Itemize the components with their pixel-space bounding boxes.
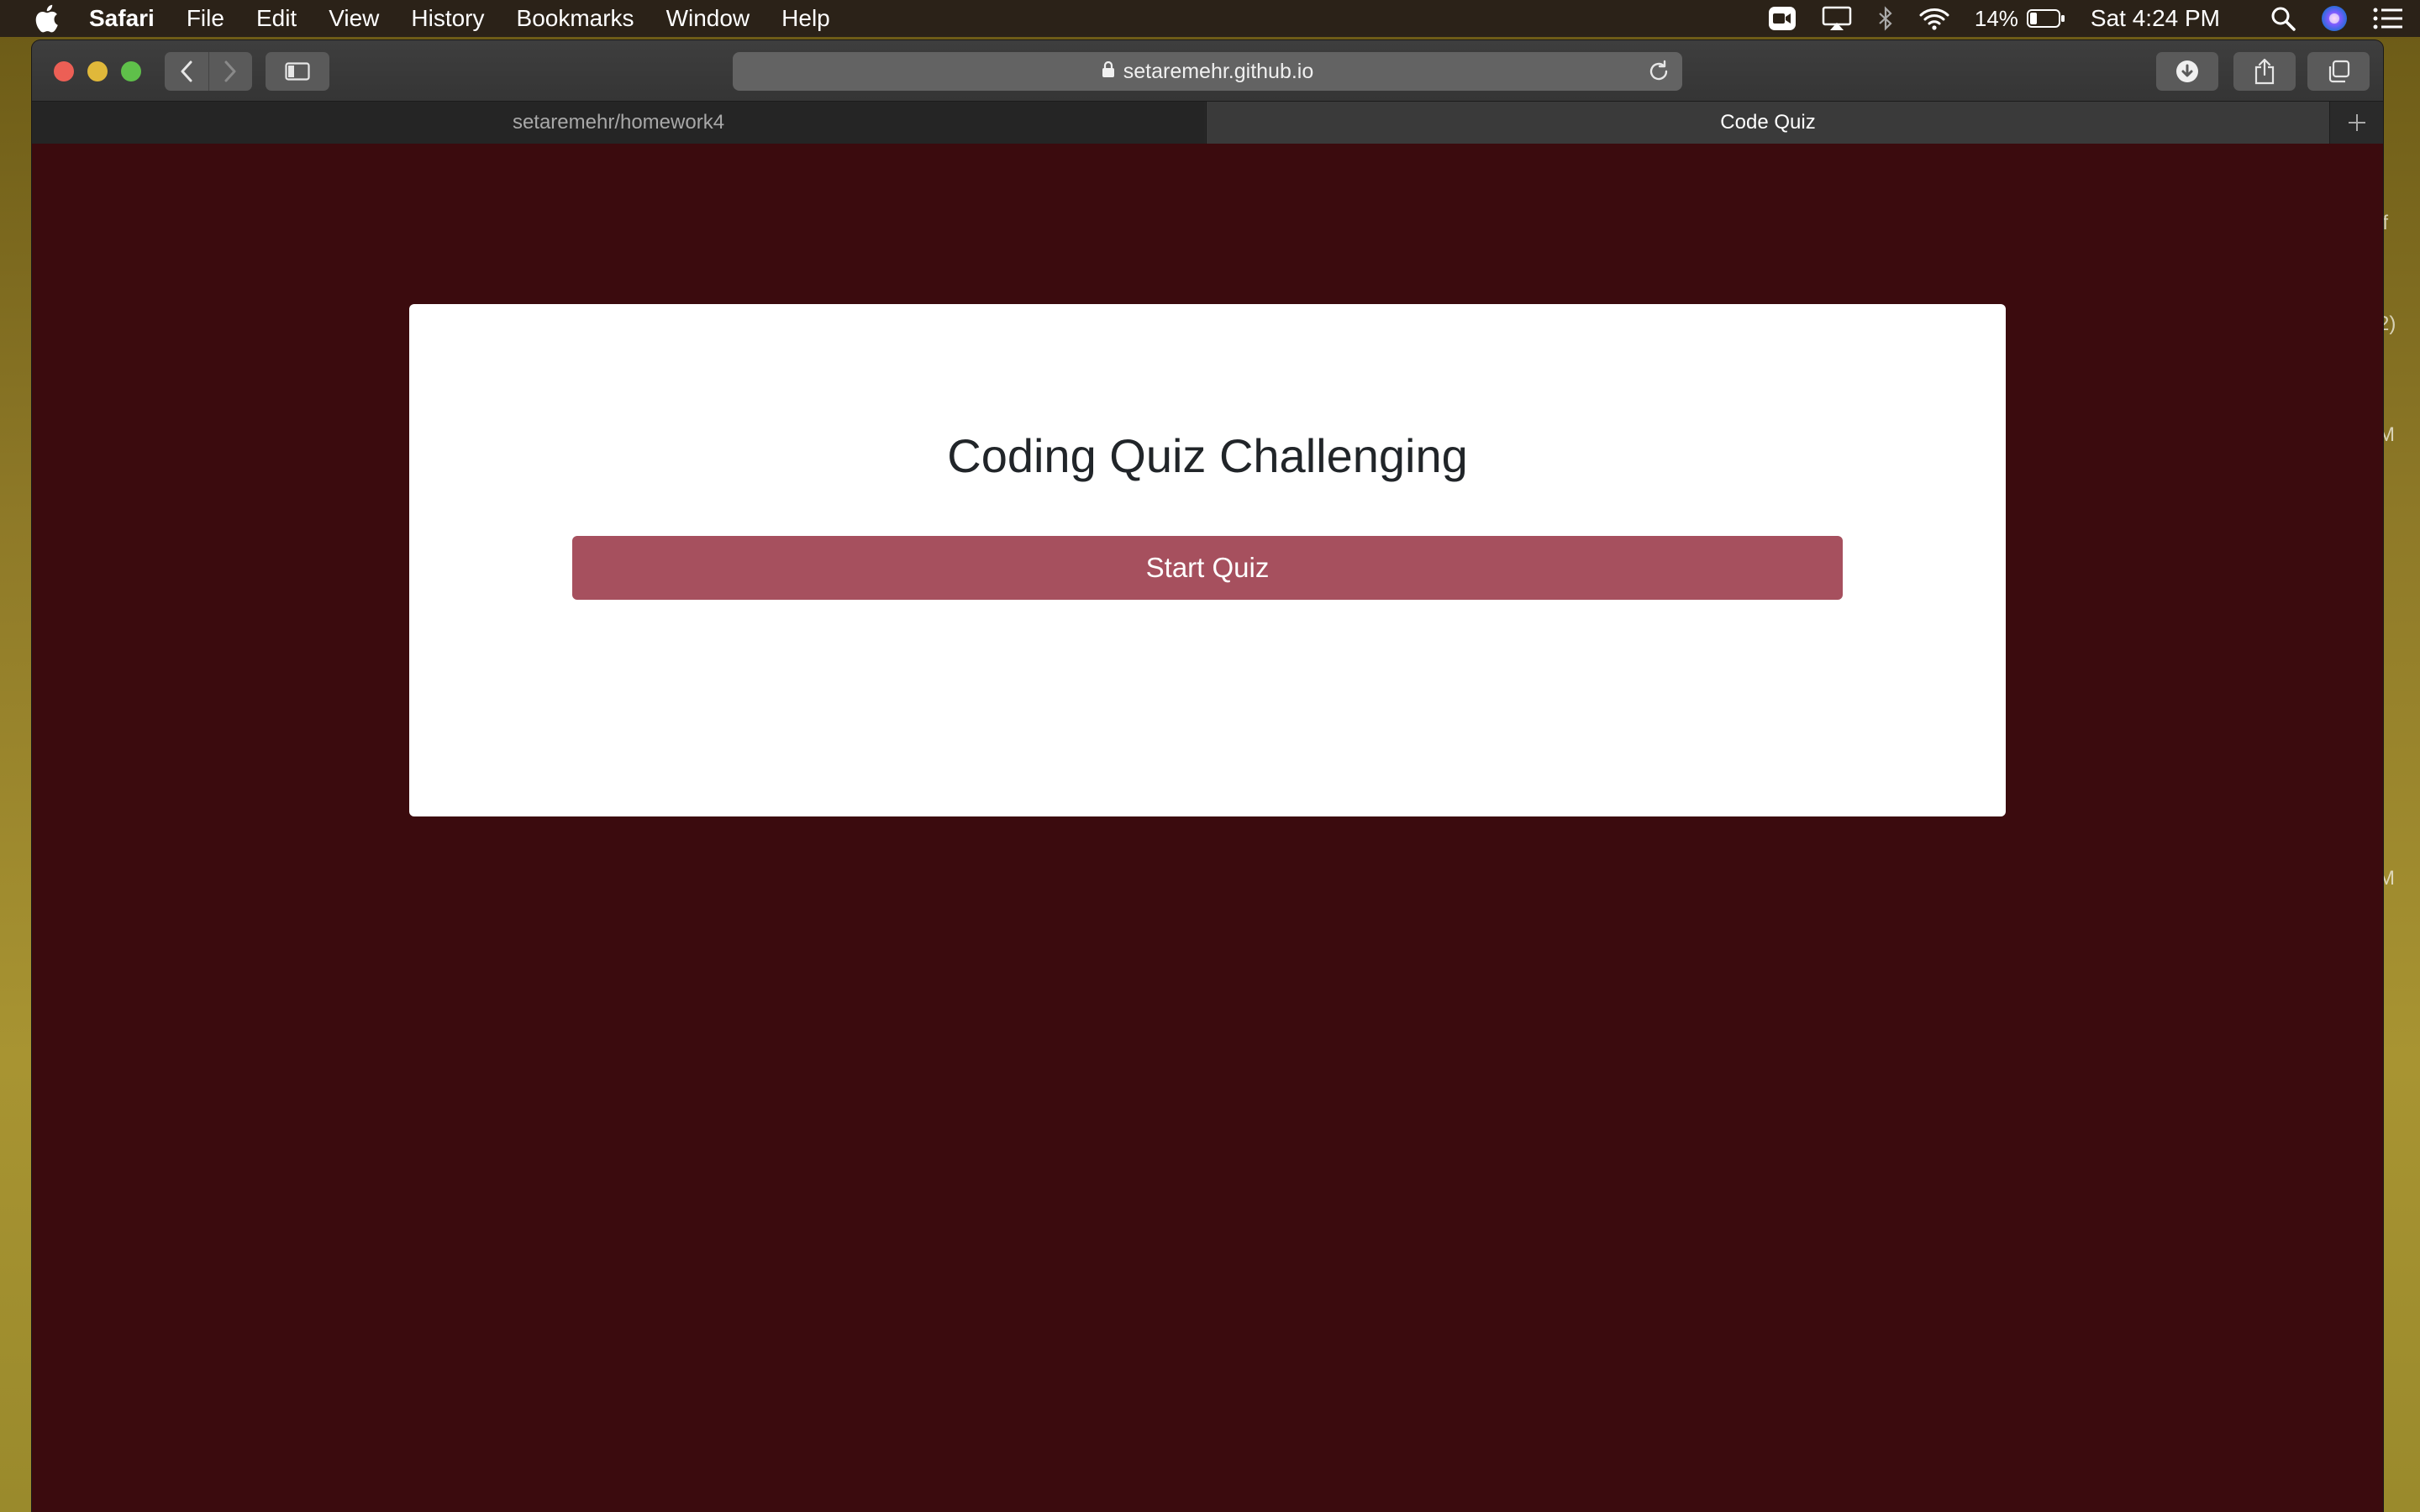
wifi-icon[interactable] xyxy=(1919,7,1949,30)
menu-file[interactable]: File xyxy=(187,5,224,32)
battery-icon[interactable] xyxy=(2026,8,2065,29)
menu-clock[interactable]: Sat 4:24 PM xyxy=(2091,5,2220,32)
menu-bookmarks[interactable]: Bookmarks xyxy=(517,5,634,32)
chevron-left-icon xyxy=(181,60,192,82)
download-icon xyxy=(2176,60,2198,82)
forward-button[interactable] xyxy=(208,52,252,91)
tab-code-quiz[interactable]: Code Quiz xyxy=(1206,102,2329,144)
address-url: setaremehr.github.io xyxy=(1123,59,1314,83)
safari-window: setaremehr.github.io setaremehr/homework… xyxy=(32,40,2383,1512)
menu-app-name[interactable]: Safari xyxy=(89,5,155,32)
page-content: Coding Quiz Challenging Start Quiz xyxy=(32,144,2383,1512)
menu-history[interactable]: History xyxy=(411,5,484,32)
tab-label: setaremehr/homework4 xyxy=(512,111,725,134)
browser-toolbar: setaremehr.github.io xyxy=(32,40,2383,101)
menu-window[interactable]: Window xyxy=(666,5,750,32)
start-quiz-button[interactable]: Start Quiz xyxy=(572,536,1843,600)
plus-icon xyxy=(2349,114,2365,131)
battery-percentage: 14% xyxy=(1974,5,2018,31)
bluetooth-icon[interactable] xyxy=(1877,6,1894,31)
new-tab-button[interactable] xyxy=(2329,102,2383,144)
navigation-buttons xyxy=(165,52,252,91)
reload-icon[interactable] xyxy=(1647,60,1670,89)
downloads-button[interactable] xyxy=(2156,52,2218,91)
siri-icon[interactable] xyxy=(2321,5,2348,32)
chevron-right-icon xyxy=(224,60,236,82)
tab-bar: setaremehr/homework4 Code Quiz xyxy=(32,101,2383,144)
tab-label: Code Quiz xyxy=(1720,111,1816,134)
share-button[interactable] xyxy=(2233,52,2296,91)
zoom-video-icon[interactable] xyxy=(1768,6,1797,31)
window-minimize-button[interactable] xyxy=(87,61,108,81)
tab-overview-button[interactable] xyxy=(2307,52,2370,91)
window-close-button[interactable] xyxy=(54,61,74,81)
menu-help[interactable]: Help xyxy=(781,5,830,32)
back-button[interactable] xyxy=(165,52,208,91)
lock-icon xyxy=(1102,60,1115,84)
sidebar-toggle-button[interactable] xyxy=(266,52,329,91)
spotlight-search-icon[interactable] xyxy=(2270,6,2296,31)
tab-homework4[interactable]: setaremehr/homework4 xyxy=(32,102,1205,144)
window-zoom-button[interactable] xyxy=(121,61,141,81)
quiz-card: Coding Quiz Challenging Start Quiz xyxy=(409,304,2006,816)
airplay-icon[interactable] xyxy=(1822,6,1852,31)
sidebar-icon xyxy=(285,62,310,81)
menu-bar: Safari File Edit View History Bookmarks … xyxy=(0,0,2420,37)
address-bar[interactable]: setaremehr.github.io xyxy=(733,52,1682,91)
share-icon xyxy=(2254,58,2275,85)
notification-center-icon[interactable] xyxy=(2373,8,2403,29)
menu-edit[interactable]: Edit xyxy=(256,5,297,32)
menu-view[interactable]: View xyxy=(329,5,379,32)
page-title: Coding Quiz Challenging xyxy=(947,429,1468,482)
apple-menu-icon[interactable] xyxy=(34,4,59,33)
tab-overview-icon xyxy=(2328,60,2350,83)
